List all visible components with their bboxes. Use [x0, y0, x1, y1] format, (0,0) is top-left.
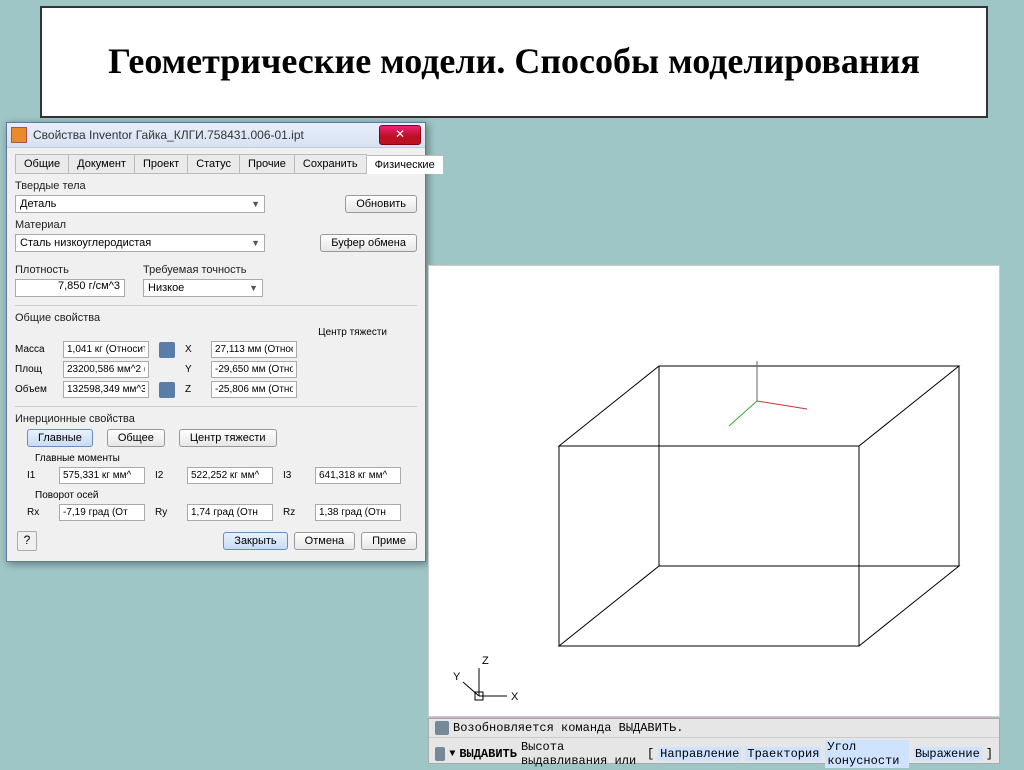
tab-save[interactable]: Сохранить — [294, 154, 367, 173]
dialog-title: Свойства Inventor Гайка_КЛГИ.758431.006-… — [33, 128, 379, 142]
command-bracket-close: ] — [986, 747, 993, 761]
close-button[interactable]: ✕ — [379, 125, 421, 145]
properties-dialog: Свойства Inventor Гайка_КЛГИ.758431.006-… — [6, 122, 426, 562]
i1-label: I1 — [27, 470, 53, 481]
y-label: Y — [185, 364, 205, 375]
z-label: Z — [185, 384, 205, 395]
command-history-line: Возобновляется команда ВЫДАВИТЬ. — [429, 719, 999, 738]
centroid-z-field[interactable] — [211, 381, 297, 398]
opt-taper[interactable]: Угол конусности — [825, 740, 909, 768]
area-field[interactable] — [63, 361, 149, 378]
i3-label: I3 — [283, 470, 309, 481]
slide-title-frame: Геометрические модели. Способы моделиров… — [40, 6, 988, 118]
chevron-down-icon: ▼ — [251, 238, 260, 248]
inertia-centroid-button[interactable]: Центр тяжести — [179, 429, 277, 447]
command-prompt: Высота выдавливания или — [521, 740, 643, 768]
moments-grid: I1 I2 I3 — [27, 467, 417, 484]
material-value: Сталь низкоуглеродистая — [20, 237, 151, 249]
mass-label: Масса — [15, 344, 57, 355]
x-label: X — [185, 344, 205, 355]
density-label: Плотность — [15, 264, 135, 276]
chevron-down-icon: ▼ — [249, 283, 258, 293]
dialog-footer: ? Закрыть Отмена Приме — [15, 531, 417, 551]
inertia-global-button[interactable]: Общее — [107, 429, 165, 447]
axis-x-label: X — [511, 691, 519, 703]
precision-select[interactable]: Низкое ▼ — [143, 279, 263, 297]
3d-viewport[interactable]: X Y Z — [428, 265, 1000, 717]
i3-field[interactable] — [315, 467, 401, 484]
tab-document[interactable]: Документ — [68, 154, 135, 173]
i2-field[interactable] — [187, 467, 273, 484]
axis-z-label: Z — [482, 655, 489, 667]
rx-field[interactable] — [59, 504, 145, 521]
ry-field[interactable] — [187, 504, 273, 521]
clipboard-button[interactable]: Буфер обмена — [320, 234, 417, 252]
precision-label: Требуемая точность — [143, 264, 263, 276]
centroid-y-field[interactable] — [211, 361, 297, 378]
mass-icon[interactable] — [159, 342, 175, 358]
rotation-grid: Rx Ry Rz — [27, 504, 417, 521]
close-dialog-button[interactable]: Закрыть — [223, 532, 287, 550]
rx-label: Rx — [27, 507, 53, 518]
command-resume-text: Возобновляется команда ВЫДАВИТЬ. — [453, 721, 683, 735]
command-area: Возобновляется команда ВЫДАВИТЬ. ▼ ВЫДАВ… — [428, 718, 1000, 764]
tab-physical[interactable]: Физические — [366, 155, 444, 174]
rotation-label: Поворот осей — [35, 490, 417, 501]
volume-label: Объем — [15, 384, 57, 395]
centroid-x-field[interactable] — [211, 341, 297, 358]
material-label: Материал — [15, 219, 417, 231]
volume-icon[interactable] — [159, 382, 175, 398]
command-bracket-open: [ — [647, 747, 654, 761]
dialog-body: Общие Документ Проект Статус Прочие Сохр… — [7, 148, 425, 561]
solids-label: Твердые тела — [15, 180, 417, 192]
solids-value: Деталь — [20, 198, 56, 210]
inertia-main-button[interactable]: Главные — [27, 429, 93, 447]
general-properties-grid: Масса X Площ Y Объем Z — [15, 341, 417, 398]
help-button[interactable]: ? — [17, 531, 37, 551]
chevron-down-icon[interactable]: ▼ — [449, 749, 455, 760]
opt-path[interactable]: Траектория — [745, 747, 821, 761]
cancel-button[interactable]: Отмена — [294, 532, 355, 550]
i1-field[interactable] — [59, 467, 145, 484]
volume-field[interactable] — [63, 381, 149, 398]
opt-direction[interactable]: Направление — [658, 747, 741, 761]
wrench-icon[interactable] — [435, 747, 445, 761]
command-input-line[interactable]: ▼ ВЫДАВИТЬ Высота выдавливания или [ Нап… — [429, 738, 999, 770]
update-button[interactable]: Обновить — [345, 195, 417, 213]
tab-project[interactable]: Проект — [134, 154, 188, 173]
i2-label: I2 — [155, 470, 181, 481]
rz-label: Rz — [283, 507, 309, 518]
tab-status[interactable]: Статус — [187, 154, 240, 173]
rz-field[interactable] — [315, 504, 401, 521]
axis-y-label: Y — [453, 671, 461, 683]
chevron-down-icon: ▼ — [251, 199, 260, 209]
centroid-header: Центр тяжести — [15, 327, 387, 338]
close-history-icon[interactable] — [435, 721, 449, 735]
material-select[interactable]: Сталь низкоуглеродистая ▼ — [15, 234, 265, 252]
ry-label: Ry — [155, 507, 181, 518]
precision-value: Низкое — [148, 282, 184, 294]
tab-general[interactable]: Общие — [15, 154, 69, 173]
density-value: 7,850 г/см^3 — [15, 279, 125, 297]
tab-bar: Общие Документ Проект Статус Прочие Сохр… — [15, 154, 417, 174]
inertia-label: Инерционные свойства — [15, 413, 417, 425]
slide-title: Геометрические модели. Способы моделиров… — [108, 40, 920, 83]
tab-other[interactable]: Прочие — [239, 154, 295, 173]
area-label: Площ — [15, 364, 57, 375]
opt-expression[interactable]: Выражение — [913, 747, 982, 761]
solids-select[interactable]: Деталь ▼ — [15, 195, 265, 213]
dialog-titlebar[interactable]: Свойства Inventor Гайка_КЛГИ.758431.006-… — [7, 123, 425, 148]
app-icon — [11, 127, 27, 143]
command-keyword: ВЫДАВИТЬ — [459, 747, 517, 761]
mass-field[interactable] — [63, 341, 149, 358]
apply-button[interactable]: Приме — [361, 532, 417, 550]
general-props-label: Общие свойства — [15, 312, 417, 324]
moments-label: Главные моменты — [35, 453, 417, 464]
